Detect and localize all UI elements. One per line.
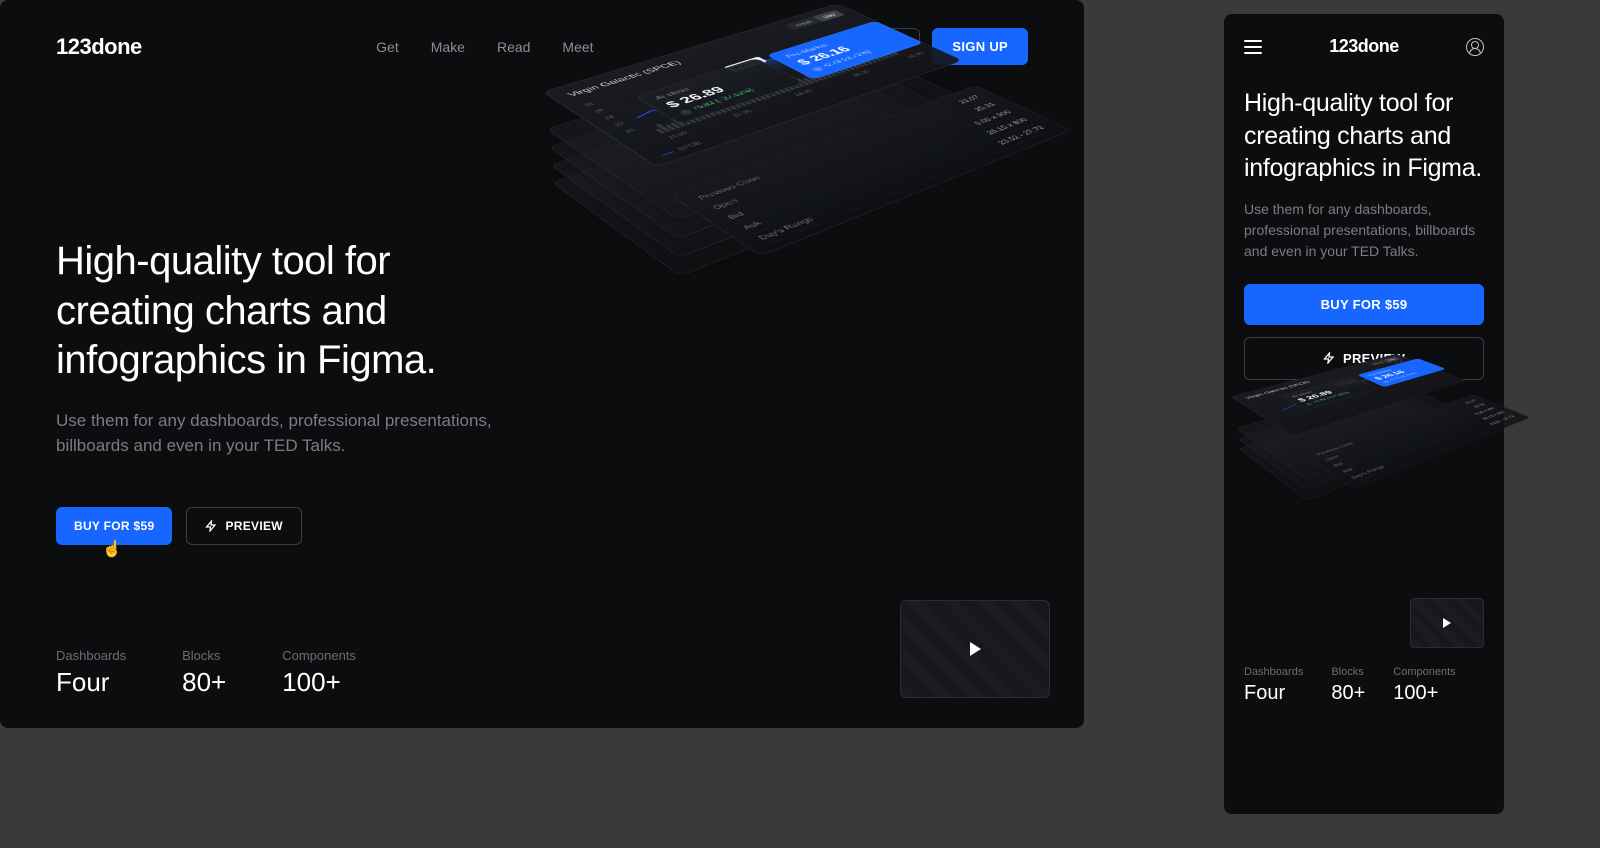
- cursor-icon: ☝: [102, 539, 122, 559]
- lightning-icon: [1323, 352, 1335, 364]
- mobile-buy-button[interactable]: BUY FOR $59: [1244, 284, 1484, 325]
- mobile-stat-components: Components100+: [1393, 666, 1455, 705]
- nav-meet[interactable]: Meet: [562, 39, 593, 55]
- main-nav: Get Make Read Meet: [376, 39, 593, 55]
- hero-title: High-quality tool for creating charts an…: [56, 237, 496, 386]
- mobile-video-thumbnail[interactable]: [1410, 598, 1484, 648]
- stat-dashboards: DashboardsFour: [56, 648, 126, 698]
- lightning-icon: [205, 520, 217, 532]
- preview-button[interactable]: PREVIEW: [186, 507, 301, 545]
- preview-label: PREVIEW: [225, 519, 282, 533]
- logo-text: 123done: [56, 34, 142, 59]
- video-thumbnail[interactable]: [900, 600, 1050, 698]
- stat-blocks: Blocks80+: [182, 648, 226, 698]
- logo: 123done: [56, 34, 142, 60]
- desktop-frame: 123done Get Make Read Meet SIGN IN SIGN …: [0, 0, 1084, 728]
- mobile-stat-dashboards: DashboardsFour: [1244, 666, 1303, 705]
- stat-components: Components100+: [282, 648, 356, 698]
- nav-get[interactable]: Get: [376, 39, 399, 55]
- nav-read[interactable]: Read: [497, 39, 530, 55]
- mobile-stat-blocks: Blocks80+: [1331, 666, 1365, 705]
- hamburger-icon[interactable]: [1244, 40, 1262, 54]
- hero-subtitle: Use them for any dashboards, professiona…: [56, 408, 496, 459]
- mobile-stats-row: DashboardsFour Blocks80+ Components100+: [1244, 666, 1484, 705]
- play-icon: [1443, 618, 1451, 628]
- mobile-hero-subtitle: Use them for any dashboards, professiona…: [1244, 199, 1484, 262]
- mobile-hero-title: High-quality tool for creating charts an…: [1244, 87, 1484, 185]
- chart-illustration: Virgin Galactic (SPCE) Week Day 28262422…: [516, 149, 1028, 545]
- nav-make[interactable]: Make: [431, 39, 465, 55]
- stats-row: DashboardsFour Blocks80+ Components100+: [56, 648, 356, 698]
- hero-buttons: BUY FOR $59 PREVIEW ☝: [56, 507, 496, 545]
- mobile-frame: 123done High-quality tool for creating c…: [1224, 14, 1504, 814]
- hero-section: High-quality tool for creating charts an…: [0, 93, 1084, 545]
- user-icon[interactable]: [1466, 38, 1484, 56]
- mobile-logo: 123done: [1329, 36, 1399, 57]
- hero-text: High-quality tool for creating charts an…: [56, 149, 496, 545]
- mobile-header: 123done: [1244, 36, 1484, 57]
- play-icon: [970, 642, 981, 656]
- mobile-chart-illustration: Virgin Galactic (SPCE) WeekDay $ 25.49 A…: [1244, 408, 1484, 648]
